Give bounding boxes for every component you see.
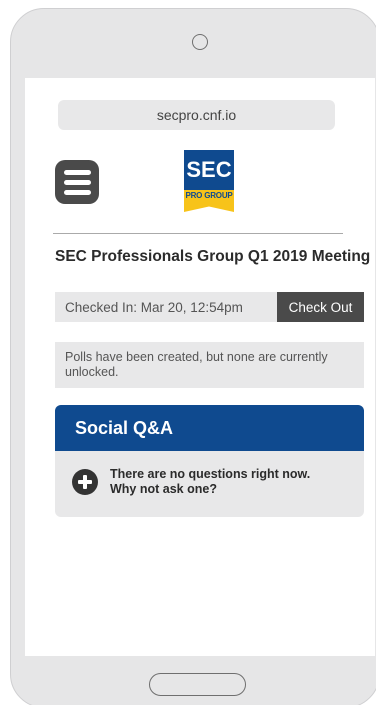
social-qa-empty-message[interactable]: There are no questions right now. Why no…	[110, 467, 360, 497]
header-divider	[53, 233, 343, 234]
sec-pro-group-logo[interactable]: SEC PRO GROUP	[184, 150, 234, 212]
hamburger-menu-icon	[63, 169, 91, 175]
hamburger-menu-button[interactable]	[55, 160, 99, 204]
social-qa-title: Social Q&A	[55, 405, 364, 451]
social-qa-body: There are no questions right now. Why no…	[55, 451, 364, 517]
event-title: SEC Professionals Group Q1 2019 Meeting	[55, 248, 371, 265]
camera-icon	[192, 34, 208, 50]
app-screen: secpro.cnf.io SEC PRO GROUP SEC Professi…	[25, 78, 375, 656]
logo-top: SEC	[184, 150, 234, 190]
hamburger-menu-icon-bar	[63, 189, 91, 195]
social-qa-empty-line1: There are no questions right now.	[110, 467, 311, 481]
url-bar[interactable]: secpro.cnf.io	[58, 100, 335, 130]
social-qa-card: Social Q&A There are no questions right …	[55, 405, 364, 517]
home-button[interactable]	[149, 673, 246, 696]
social-qa-empty-line2: Why not ask one?	[110, 482, 217, 496]
url-text: secpro.cnf.io	[156, 107, 237, 123]
checkin-status: Checked In: Mar 20, 12:54pm	[65, 299, 243, 315]
plus-circle-icon[interactable]	[72, 469, 98, 495]
checkin-row: Checked In: Mar 20, 12:54pm Check Out	[55, 292, 364, 322]
check-out-button[interactable]: Check Out	[277, 292, 364, 322]
logo-bottom: PRO GROUP	[184, 190, 234, 212]
phone-frame: secpro.cnf.io SEC PRO GROUP SEC Professi…	[10, 8, 376, 705]
hamburger-menu-icon-bar	[63, 179, 91, 185]
polls-status-message: Polls have been created, but none are cu…	[55, 342, 364, 388]
